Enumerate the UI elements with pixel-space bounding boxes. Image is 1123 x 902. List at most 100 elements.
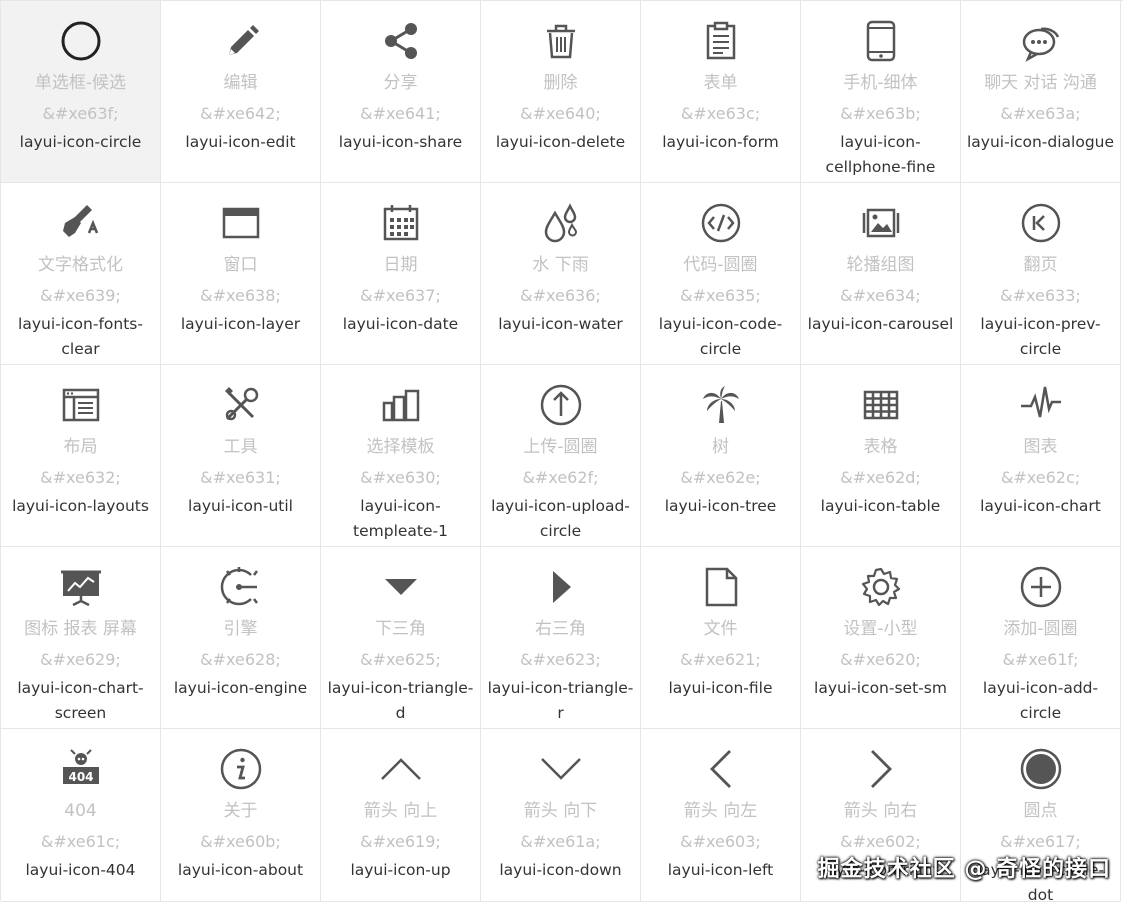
icon-cell[interactable]: 删除&#xe640;layui-icon-delete bbox=[481, 1, 641, 183]
icon-name: 手机-细体 bbox=[801, 71, 960, 95]
icon-unicode: &#xe640; bbox=[481, 103, 640, 125]
icon-unicode: &#xe60b; bbox=[161, 831, 320, 853]
fonts-clear-icon bbox=[59, 201, 103, 245]
icon-cell[interactable]: 聊天 对话 沟通&#xe63a;layui-icon-dialogue bbox=[961, 1, 1121, 183]
icon-unicode: &#xe642; bbox=[161, 103, 320, 125]
icon-cell[interactable]: 轮播组图&#xe634;layui-icon-carousel bbox=[801, 183, 961, 365]
icon-class-name: layui-icon-down bbox=[485, 858, 636, 883]
icon-class-name: layui-icon-circle bbox=[5, 130, 156, 155]
icon-unicode: &#xe617; bbox=[961, 831, 1120, 853]
code-circle-icon bbox=[699, 201, 743, 245]
icon-class-name: layui-icon-share bbox=[325, 130, 476, 155]
icon-cell[interactable]: 表格&#xe62d;layui-icon-table bbox=[801, 365, 961, 547]
icon-cell[interactable]: 404404&#xe61c;layui-icon-404 bbox=[1, 729, 161, 902]
icon-cell[interactable]: 选择模板&#xe630;layui-icon-templeate-1 bbox=[321, 365, 481, 547]
icon-class-name: layui-icon-chart bbox=[965, 494, 1116, 519]
icon-cell[interactable]: 引擎&#xe628;layui-icon-engine bbox=[161, 547, 321, 729]
icon-unicode: &#xe639; bbox=[1, 285, 160, 307]
icon-cell[interactable]: 文件&#xe621;layui-icon-file bbox=[641, 547, 801, 729]
icon-class-name: layui-icon-layer bbox=[165, 312, 316, 337]
icon-class-name: layui-icon-code-circle bbox=[645, 312, 796, 362]
icon-cell[interactable]: 树&#xe62e;layui-icon-tree bbox=[641, 365, 801, 547]
chart-icon bbox=[1019, 383, 1063, 427]
layouts-icon bbox=[59, 383, 103, 427]
icon-name: 树 bbox=[641, 435, 800, 459]
icon-cell[interactable]: 右三角&#xe623;layui-icon-triangle-r bbox=[481, 547, 641, 729]
layer-icon bbox=[219, 201, 263, 245]
icon-name: 代码-圆圈 bbox=[641, 253, 800, 277]
icon-name: 聊天 对话 沟通 bbox=[961, 71, 1120, 95]
icon-class-name: layui-icon-tree bbox=[645, 494, 796, 519]
icon-unicode: &#xe62c; bbox=[961, 467, 1120, 489]
gear-icon bbox=[859, 565, 903, 609]
cellphone-fine-icon bbox=[859, 19, 903, 63]
templeate-icon bbox=[379, 383, 423, 427]
triangle-right-icon bbox=[539, 565, 583, 609]
icon-cell[interactable]: 布局&#xe632;layui-icon-layouts bbox=[1, 365, 161, 547]
icon-class-name: layui-icon-left bbox=[645, 858, 796, 883]
icon-cell[interactable]: 图表 &#xe62c; layui-icon-chart bbox=[961, 365, 1121, 547]
icon-cell[interactable]: 文字格式化&#xe639;layui-icon-fonts-clear bbox=[1, 183, 161, 365]
icon-cell[interactable]: 图标 报表 屏幕&#xe629;layui-icon-chart-screen bbox=[1, 547, 161, 729]
icon-cell[interactable]: 窗口 &#xe638; layui-icon-layer bbox=[161, 183, 321, 365]
icon-cell[interactable]: 分享&#xe641;layui-icon-share bbox=[321, 1, 481, 183]
form-icon bbox=[699, 19, 743, 63]
down-arrow-icon bbox=[539, 747, 583, 791]
icon-name: 文字格式化 bbox=[1, 253, 160, 277]
icon-name: 添加-圆圈 bbox=[961, 617, 1120, 641]
icon-cell[interactable]: 上传-圆圈&#xe62f;layui-icon-upload-circle bbox=[481, 365, 641, 547]
icon-unicode: &#xe637; bbox=[321, 285, 480, 307]
delete-icon bbox=[539, 19, 583, 63]
icon-cell[interactable]: 下三角&#xe625;layui-icon-triangle-d bbox=[321, 547, 481, 729]
icon-name: 窗口 bbox=[161, 253, 320, 277]
icon-name: 箭头 向上 bbox=[321, 799, 480, 823]
icon-cell[interactable]: 日期&#xe637;layui-icon-date bbox=[321, 183, 481, 365]
icon-class-name: layui-icon-layouts bbox=[5, 494, 156, 519]
icon-class-name: layui-icon-triangle-r bbox=[485, 676, 636, 726]
icon-unicode: &#xe636; bbox=[481, 285, 640, 307]
icon-cell[interactable]: 箭头 向左 &#xe603; layui-icon-left bbox=[641, 729, 801, 902]
icon-cell[interactable]: 翻页&#xe633;layui-icon-prev-circle bbox=[961, 183, 1121, 365]
table-icon bbox=[859, 383, 903, 427]
icon-class-name: layui-icon-set-sm bbox=[805, 676, 956, 701]
icon-name: 工具 bbox=[161, 435, 320, 459]
share-icon bbox=[379, 19, 423, 63]
icon-cell[interactable]: 编辑&#xe642;layui-icon-edit bbox=[161, 1, 321, 183]
icon-class-name: layui-icon-cellphone-fine bbox=[805, 130, 956, 180]
icon-unicode: &#xe61f; bbox=[961, 649, 1120, 671]
left-arrow-icon bbox=[699, 747, 743, 791]
icon-name: 上传-圆圈 bbox=[481, 435, 640, 459]
icon-cell[interactable]: 设置-小型&#xe620;layui-icon-set-sm bbox=[801, 547, 961, 729]
icon-cell[interactable]: 箭头 向上&#xe619;layui-icon-up bbox=[321, 729, 481, 902]
icon-class-name: layui-icon-prev-circle bbox=[965, 312, 1116, 362]
icon-cell[interactable]: 添加-圆圈&#xe61f;layui-icon-add-circle bbox=[961, 547, 1121, 729]
icon-name: 图表 bbox=[961, 435, 1120, 459]
icon-class-name: layui-icon-util bbox=[165, 494, 316, 519]
icon-cell[interactable]: 水 下雨&#xe636;layui-icon-water bbox=[481, 183, 641, 365]
icon-name: 编辑 bbox=[161, 71, 320, 95]
engine-icon bbox=[219, 565, 263, 609]
icon-unicode: &#xe628; bbox=[161, 649, 320, 671]
right-arrow-icon bbox=[859, 747, 903, 791]
icon-class-name: layui-icon-carousel bbox=[805, 312, 956, 337]
icon-name: 箭头 向左 bbox=[641, 799, 800, 823]
file-icon bbox=[699, 565, 743, 609]
icon-cell[interactable]: 代码-圆圈&#xe635;layui-icon-code-circle bbox=[641, 183, 801, 365]
icon-name: 水 下雨 bbox=[481, 253, 640, 277]
icon-name: 箭头 向下 bbox=[481, 799, 640, 823]
icon-unicode: &#xe638; bbox=[161, 285, 320, 307]
icon-cell[interactable]: 箭头 向下&#xe61a;layui-icon-down bbox=[481, 729, 641, 902]
icon-cell[interactable]: 表单&#xe63c;layui-icon-form bbox=[641, 1, 801, 183]
water-icon bbox=[539, 201, 583, 245]
icon-unicode: &#xe631; bbox=[161, 467, 320, 489]
icon-unicode: &#xe603; bbox=[641, 831, 800, 853]
icon-unicode: &#xe623; bbox=[481, 649, 640, 671]
icon-cell[interactable]: 单选框-候选&#xe63f;layui-icon-circle bbox=[1, 1, 161, 183]
icon-cell[interactable]: 关于&#xe60b;layui-icon-about bbox=[161, 729, 321, 902]
icon-unicode: &#xe630; bbox=[321, 467, 480, 489]
icon-cell[interactable]: 手机-细体&#xe63b;layui-icon-cellphone-fine bbox=[801, 1, 961, 183]
svg-text:404: 404 bbox=[68, 770, 93, 784]
icon-name: 翻页 bbox=[961, 253, 1120, 277]
icon-class-name: layui-icon-file bbox=[645, 676, 796, 701]
icon-cell[interactable]: 工具 &#xe631; layui-icon-util bbox=[161, 365, 321, 547]
